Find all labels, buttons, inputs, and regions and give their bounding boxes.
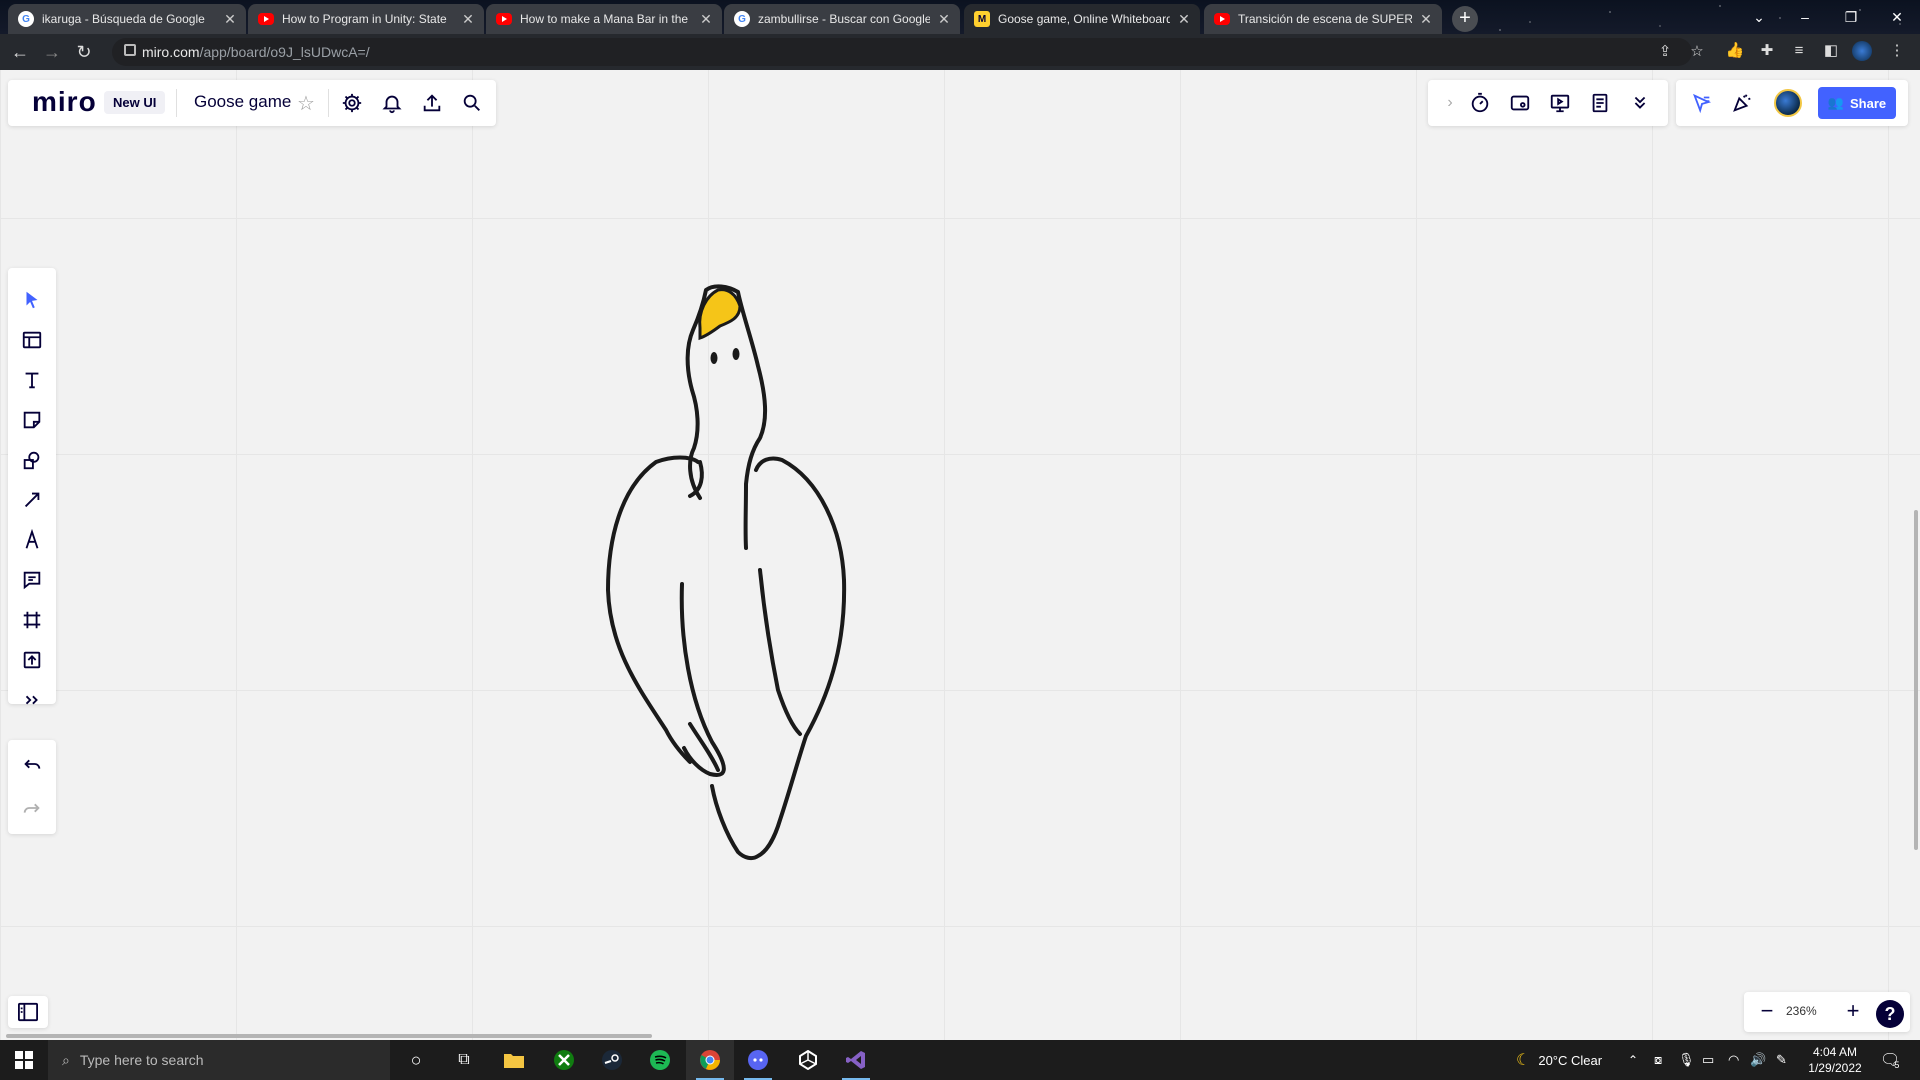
notification-count: 5 bbox=[1894, 1060, 1900, 1070]
goose-left-eye bbox=[710, 352, 718, 364]
chevron-double-down-icon[interactable] bbox=[1626, 89, 1654, 117]
miro-logo[interactable]: miro bbox=[32, 86, 97, 118]
volume-icon[interactable]: 🔊 bbox=[1750, 1040, 1766, 1080]
cortana-icon[interactable]: ○ bbox=[392, 1040, 440, 1080]
weather-text: 20°C Clear bbox=[1538, 1052, 1603, 1068]
chrome-icon[interactable] bbox=[686, 1040, 734, 1080]
cursor-filter-icon[interactable] bbox=[1688, 89, 1716, 117]
wifi-icon[interactable]: ◠ bbox=[1728, 1040, 1739, 1080]
redo-icon[interactable] bbox=[8, 788, 56, 828]
board-header-panel: miro New UI Goose game ☆ bbox=[8, 80, 496, 126]
goose-inner-wing-line bbox=[758, 568, 802, 736]
meet-now-icon[interactable]: ⧇ bbox=[1654, 1040, 1662, 1080]
discord-icon[interactable] bbox=[734, 1040, 782, 1080]
shapes-icon[interactable] bbox=[8, 440, 56, 480]
frames-panel-toggle[interactable] bbox=[8, 996, 48, 1028]
comment-icon[interactable] bbox=[8, 560, 56, 600]
microphone-icon[interactable]: 🎙 bbox=[1678, 1040, 1695, 1080]
windows-start-icon[interactable] bbox=[0, 1040, 48, 1080]
timer-icon[interactable] bbox=[1466, 89, 1494, 117]
new-ui-badge[interactable]: New UI bbox=[104, 91, 166, 114]
people-icon: 👥 bbox=[1827, 95, 1845, 110]
more-tools-icon[interactable] bbox=[8, 680, 56, 720]
undo-icon[interactable] bbox=[8, 744, 56, 784]
collaboration-toolbar: › bbox=[1428, 80, 1668, 126]
video-chat-icon[interactable] bbox=[1506, 89, 1534, 117]
goose-right-eye bbox=[732, 348, 740, 360]
zoom-in-icon[interactable]: + bbox=[1842, 998, 1864, 1026]
select-tool-icon[interactable] bbox=[8, 280, 56, 320]
task-view-icon[interactable]: ⧉ bbox=[440, 1040, 488, 1080]
taskbar-search-placeholder: Type here to search bbox=[79, 1052, 204, 1068]
sidebar-panel-icon bbox=[18, 1002, 38, 1022]
chevron-right-icon[interactable]: › bbox=[1436, 89, 1464, 117]
presentation-icon[interactable] bbox=[1546, 89, 1574, 117]
spotify-icon[interactable] bbox=[636, 1040, 684, 1080]
templates-icon[interactable] bbox=[8, 320, 56, 360]
goose-left-body-outline bbox=[606, 455, 700, 764]
sticky-note-icon[interactable] bbox=[8, 400, 56, 440]
search-icon: ⌕ bbox=[62, 1051, 70, 1068]
weather-widget[interactable]: ☾ 20°C Clear bbox=[1516, 1040, 1602, 1080]
share-button[interactable]: 👥 Share bbox=[1818, 87, 1896, 119]
steam-icon[interactable] bbox=[588, 1040, 636, 1080]
clock-time: 4:04 AM bbox=[1812, 1045, 1858, 1059]
clock[interactable]: 4:04 AM 1/29/2022 bbox=[1800, 1044, 1870, 1076]
settings-gear-icon[interactable] bbox=[338, 89, 366, 117]
notifications-bell-icon[interactable] bbox=[378, 89, 406, 117]
search-icon[interactable] bbox=[458, 89, 486, 117]
xbox-icon[interactable] bbox=[540, 1040, 588, 1080]
vertical-scrollbar[interactable] bbox=[1914, 510, 1918, 850]
star-icon[interactable]: ☆ bbox=[292, 89, 320, 117]
zoom-level[interactable]: 236% bbox=[1786, 1004, 1817, 1018]
taskbar-search-input[interactable]: ⌕ Type here to search bbox=[48, 1040, 390, 1080]
battery-icon[interactable]: ▭ bbox=[1702, 1040, 1714, 1080]
show-hidden-icons[interactable]: ⌃ bbox=[1628, 1040, 1638, 1080]
user-avatar[interactable] bbox=[1774, 89, 1802, 117]
pen-workspace-icon[interactable]: ✎ bbox=[1776, 1040, 1787, 1080]
windows-taskbar: ⌕ Type here to search ○ ⧉ ☾ 20°C Clear ⌃… bbox=[0, 1040, 1920, 1080]
clock-date: 1/29/2022 bbox=[1808, 1061, 1862, 1075]
notes-icon[interactable] bbox=[1586, 89, 1614, 117]
divider bbox=[328, 89, 329, 117]
unity-icon[interactable] bbox=[784, 1040, 832, 1080]
frame-icon[interactable] bbox=[8, 600, 56, 640]
zoom-out-icon[interactable]: − bbox=[1756, 998, 1778, 1026]
horizontal-scrollbar[interactable] bbox=[6, 1034, 652, 1038]
upload-icon[interactable] bbox=[8, 640, 56, 680]
upload-export-icon[interactable] bbox=[418, 89, 446, 117]
moon-icon: ☾ bbox=[1516, 1052, 1531, 1069]
text-tool-icon[interactable] bbox=[8, 360, 56, 400]
goose-right-body-outline bbox=[710, 456, 847, 861]
action-center-icon[interactable]: 🗨 5 bbox=[1880, 1040, 1900, 1080]
file-explorer-icon[interactable] bbox=[490, 1040, 538, 1080]
goose-drawing[interactable] bbox=[0, 0, 1920, 1080]
connection-line-icon[interactable] bbox=[8, 480, 56, 520]
celebrate-icon[interactable] bbox=[1728, 89, 1756, 117]
share-button-label: Share bbox=[1850, 95, 1887, 111]
board-name[interactable]: Goose game bbox=[194, 92, 291, 112]
visual-studio-icon[interactable] bbox=[832, 1040, 880, 1080]
pen-icon[interactable] bbox=[8, 520, 56, 560]
help-button[interactable]: ? bbox=[1876, 1000, 1904, 1028]
divider bbox=[176, 89, 177, 117]
